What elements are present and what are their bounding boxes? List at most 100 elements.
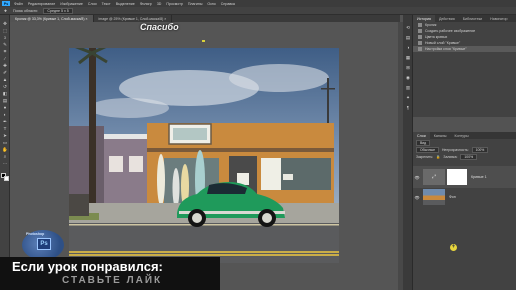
history-step-icon (418, 29, 422, 33)
layer-name: Кривые 1 (471, 175, 487, 179)
shape-icon[interactable]: ▭ (2, 140, 8, 145)
stamp-icon[interactable]: ▲ (2, 77, 8, 82)
history-item-label: Кролик (425, 23, 437, 27)
tab-actions[interactable]: Действия (435, 15, 459, 22)
tab-paths[interactable]: Контуры (451, 132, 473, 139)
channel-ps-badge: Ps (37, 238, 51, 250)
opacity-label: Непрозрачность: (441, 147, 469, 152)
banner-line-1: Если урок понравился: (12, 259, 163, 274)
tab-document-1[interactable]: Кролик @ 33,3% (Кривые 1, Слой-маска/8) … (10, 15, 94, 22)
type-icon[interactable]: T (2, 126, 8, 131)
menu-help[interactable]: Справка (221, 2, 235, 6)
hand-icon[interactable]: ✋ (2, 147, 8, 152)
layer-thumbnail (423, 189, 445, 205)
menu-bar: Ps Файл Редактирование Изображение Слои … (0, 0, 516, 7)
layer-mask-thumbnail[interactable] (447, 169, 467, 185)
channel-logo-text: Photoshop (26, 232, 45, 236)
menu-layers[interactable]: Слои (88, 2, 97, 6)
app-logo[interactable]: Ps (2, 1, 10, 6)
layer-row-curves[interactable]: 👁 ⤢ Кривые 1 (413, 166, 516, 188)
color-icon[interactable]: ◉ (405, 75, 411, 81)
cursor-indicator (202, 40, 205, 42)
tab-libraries[interactable]: Библиотеки (459, 15, 486, 22)
swatches-icon[interactable]: ▦ (405, 55, 411, 61)
marquee-icon[interactable]: ⬚ (2, 28, 8, 33)
panel-icon-strip: ⟲ ▤ ◑ ▦ ⊞ ◉ ▥ ✦ ¶ (403, 15, 413, 290)
more-icon[interactable]: ⋯ (2, 161, 8, 166)
lock-label: Закрепить: (416, 154, 434, 159)
history-step-icon (418, 41, 422, 45)
menu-filter[interactable]: Фильтр (140, 2, 152, 6)
video-subtitle: Спасибо (140, 22, 179, 32)
history-step-icon (418, 47, 422, 51)
path-select-icon[interactable]: ➤ (2, 133, 8, 138)
libraries-icon[interactable]: ⊞ (405, 65, 411, 71)
menu-window[interactable]: Окно (207, 2, 215, 6)
menu-view[interactable]: Просмотр (166, 2, 182, 6)
layer-filter-dropdown[interactable]: Вид (416, 139, 431, 146)
menu-select[interactable]: Выделение (116, 2, 135, 6)
history-item-label: Новый слой "Кривые" (425, 41, 461, 45)
menu-image[interactable]: Изображение (60, 2, 83, 6)
blend-row: Обычные Непрозрачность: 100% (413, 146, 516, 153)
tab-navigator[interactable]: Навигатор (486, 15, 511, 22)
blur-icon[interactable]: ● (2, 105, 8, 110)
history-step-icon (418, 35, 422, 39)
document-image[interactable] (69, 48, 339, 263)
eraser-icon[interactable]: ◧ (2, 91, 8, 96)
fill-field[interactable]: 100% (460, 153, 478, 160)
adjustment-layer-thumbnail: ⤢ (423, 169, 445, 185)
options-label: Поиск области (13, 8, 38, 13)
opacity-field[interactable]: 100% (471, 146, 489, 153)
blend-mode-dropdown[interactable]: Обычные (416, 146, 439, 153)
snapshot-icon (418, 23, 422, 27)
styles-icon[interactable]: ✦ (405, 95, 411, 101)
menu-3d[interactable]: 3D (157, 2, 162, 6)
menu-edit[interactable]: Редактирование (28, 2, 55, 6)
menu-plugins[interactable]: Плагины (188, 2, 203, 6)
crop-icon[interactable]: ⌗ (2, 49, 8, 54)
lock-row: Закрепить: 🔒 Заливка: 100% (413, 153, 516, 160)
adjustments-icon[interactable]: ◑ (405, 45, 411, 51)
history-panel-icon[interactable]: ⟲ (405, 25, 411, 31)
gradient-icon[interactable]: ▤ (2, 98, 8, 103)
history-item-label: Цвета кривых (425, 35, 448, 39)
sample-size-dropdown[interactable]: Средне 5 х 5 (43, 7, 73, 14)
tab-channels[interactable]: Каналы (430, 132, 451, 139)
add-cursor-icon: + (450, 244, 457, 251)
zoom-icon[interactable]: ⌕ (2, 154, 8, 159)
paragraph-icon[interactable]: ¶ (405, 105, 411, 111)
healing-icon[interactable]: ✚ (2, 63, 8, 68)
history-item-label: Создать рабочее изображение (425, 29, 476, 33)
visibility-eye-icon[interactable]: 👁 (413, 175, 421, 180)
history-item-selected[interactable]: Настройки слоя "Кривые" (413, 46, 516, 52)
history-panel-tabs: История Действия Библиотеки Навигатор (413, 15, 516, 22)
dodge-icon[interactable]: ◐ (2, 112, 8, 117)
lock-icon[interactable]: 🔒 (436, 155, 440, 159)
pen-icon[interactable]: ✒ (2, 119, 8, 124)
tab-layers[interactable]: Слои (413, 132, 430, 139)
properties-icon[interactable]: ▤ (405, 35, 411, 41)
menu-type[interactable]: Текст (102, 2, 111, 6)
visibility-eye-icon[interactable]: 👁 (413, 195, 421, 200)
lasso-icon[interactable]: ↄ (2, 35, 8, 40)
background-color-swatch[interactable] (4, 176, 9, 181)
layer-name: Фон (449, 195, 456, 199)
layer-filter-row: Вид (413, 139, 516, 146)
eyedropper-icon[interactable]: ⁄ (2, 56, 8, 61)
layers-panel-tabs: Слои Каналы Контуры (413, 132, 516, 139)
quick-select-icon[interactable]: ✎ (2, 42, 8, 47)
move-icon[interactable]: ✥ (2, 21, 8, 26)
tab-document-2[interactable]: image @ 25% (Кривые 1, Слой-маска/8) × (94, 15, 173, 22)
layer-row-background[interactable]: 👁 Фон (413, 186, 516, 208)
menu-file[interactable]: Файл (14, 2, 23, 6)
brush-icon[interactable]: ✐ (2, 70, 8, 75)
tools-panel: ✥ ⬚ ↄ ✎ ⌗ ⁄ ✚ ✐ ▲ ↺ ◧ ▤ ● ◐ ✒ T ➤ ▭ ✋ ⌕ … (0, 15, 10, 290)
history-brush-icon[interactable]: ↺ (2, 84, 8, 89)
tool-preset-icon[interactable]: ✚ (4, 9, 7, 13)
layers-panel: Слои Каналы Контуры Вид Обычные Непрозра… (413, 132, 516, 290)
options-bar: ✚ Поиск области Средне 5 х 5 (0, 7, 516, 15)
gradients-icon[interactable]: ▥ (405, 85, 411, 91)
history-panel: История Действия Библиотеки Навигатор Кр… (413, 15, 516, 117)
tab-history[interactable]: История (413, 15, 435, 22)
